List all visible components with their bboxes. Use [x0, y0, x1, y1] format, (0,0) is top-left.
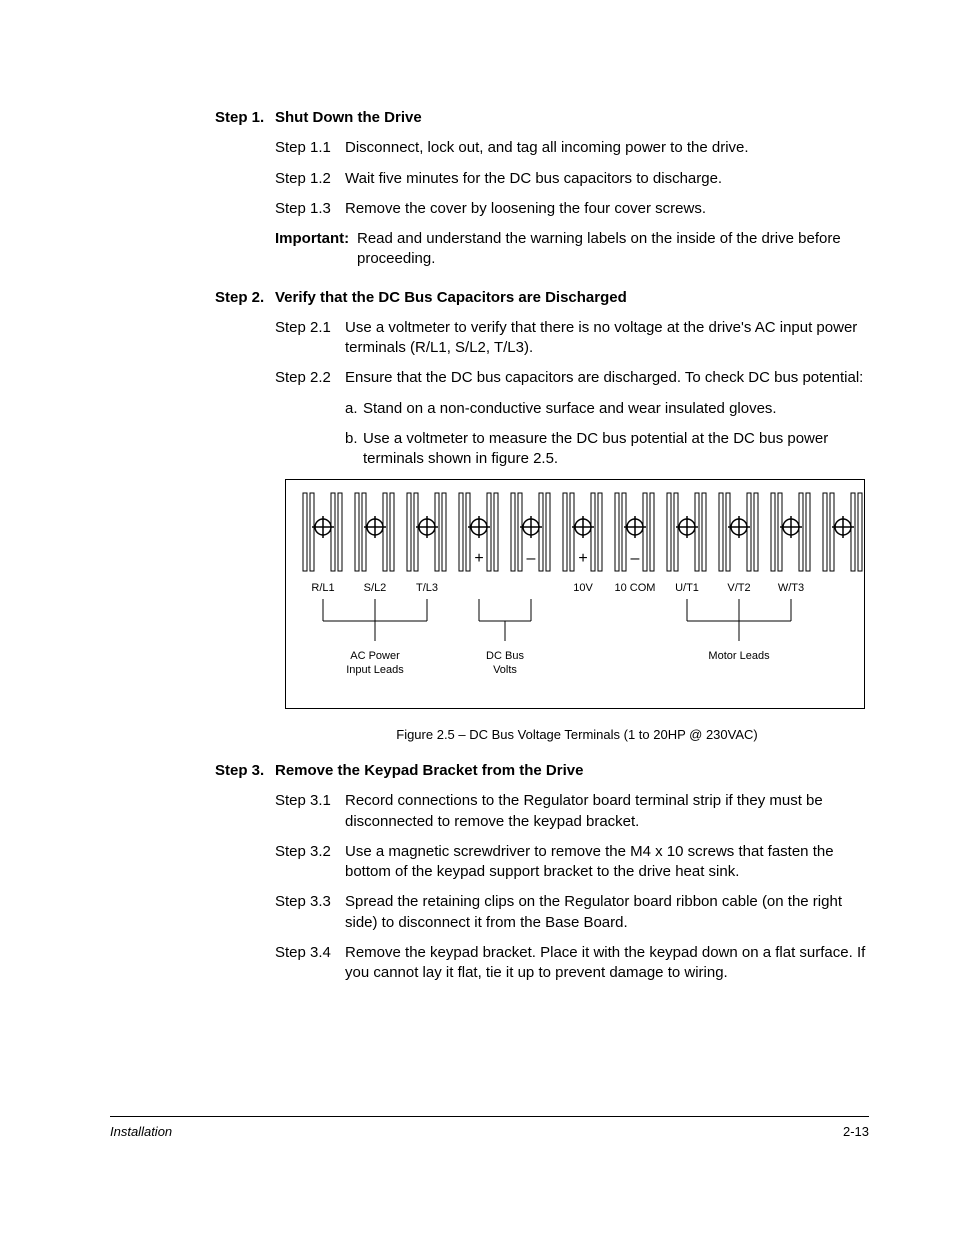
step2-a: a.Stand on a non-conductive surface and … [345, 399, 869, 419]
svg-text:–: – [631, 550, 640, 567]
content-area: Step 1.Shut Down the Drive Step 1.1Disco… [215, 108, 869, 993]
footer-section: Installation [110, 1123, 172, 1141]
page-footer: Installation 2-13 [110, 1116, 869, 1141]
svg-text:S/L2: S/L2 [364, 582, 387, 594]
step1-substeps: Step 1.1Disconnect, lock out, and tag al… [275, 138, 869, 219]
svg-text:10V: 10V [573, 582, 593, 594]
step1-important: Important: Read and understand the warni… [275, 229, 869, 270]
svg-text:Input Leads: Input Leads [346, 664, 404, 676]
step3-title: Step 3.Remove the Keypad Bracket from th… [215, 761, 869, 781]
step2-lettered: a.Stand on a non-conductive surface and … [345, 399, 869, 470]
terminal-diagram: + – + – R/L1 S/L2 T/L3 10V 10 COM U/T1 V/T2 W/T3 A… [285, 479, 865, 709]
svg-text:10 COM: 10 COM [615, 582, 656, 594]
svg-text:V/T2: V/T2 [727, 582, 750, 594]
svg-text:R/L1: R/L1 [311, 582, 334, 594]
step3-4: Step 3.4Remove the keypad bracket. Place… [275, 943, 869, 984]
step3-2: Step 3.2Use a magnetic screwdriver to re… [275, 842, 869, 883]
svg-text:DC Bus: DC Bus [486, 650, 524, 662]
svg-text:+: + [578, 550, 587, 567]
step3-1: Step 3.1Record connections to the Regula… [275, 791, 869, 832]
svg-text:Motor Leads: Motor Leads [708, 650, 770, 662]
svg-text:Volts: Volts [493, 664, 517, 676]
step3-3: Step 3.3Spread the retaining clips on th… [275, 892, 869, 933]
step2-substeps: Step 2.1Use a voltmeter to verify that t… [275, 318, 869, 389]
svg-text:–: – [527, 550, 536, 567]
svg-text:AC Power: AC Power [350, 650, 400, 662]
step3-substeps: Step 3.1Record connections to the Regula… [275, 791, 869, 983]
figure-caption: Figure 2.5 – DC Bus Voltage Terminals (1… [285, 726, 869, 744]
svg-text:U/T1: U/T1 [675, 582, 699, 594]
svg-text:T/L3: T/L3 [416, 582, 438, 594]
svg-text:+: + [474, 550, 483, 567]
step2-title: Step 2.Verify that the DC Bus Capacitors… [215, 288, 869, 308]
step1-1: Step 1.1Disconnect, lock out, and tag al… [275, 138, 869, 158]
svg-text:W/T3: W/T3 [778, 582, 804, 594]
figure-2-5: + – + – R/L1 S/L2 T/L3 10V 10 COM U/T1 V/T2 W/T3 A… [285, 479, 869, 715]
step2-1: Step 2.1Use a voltmeter to verify that t… [275, 318, 869, 359]
step2-b: b.Use a voltmeter to measure the DC bus … [345, 429, 869, 470]
step1-title: Step 1.Shut Down the Drive [215, 108, 869, 128]
page: Step 1.Shut Down the Drive Step 1.1Disco… [0, 0, 954, 1235]
step2-2: Step 2.2Ensure that the DC bus capacitor… [275, 368, 869, 388]
step1-3: Step 1.3Remove the cover by loosening th… [275, 199, 869, 219]
step1-2: Step 1.2Wait five minutes for the DC bus… [275, 169, 869, 189]
footer-page-number: 2-13 [843, 1123, 869, 1141]
